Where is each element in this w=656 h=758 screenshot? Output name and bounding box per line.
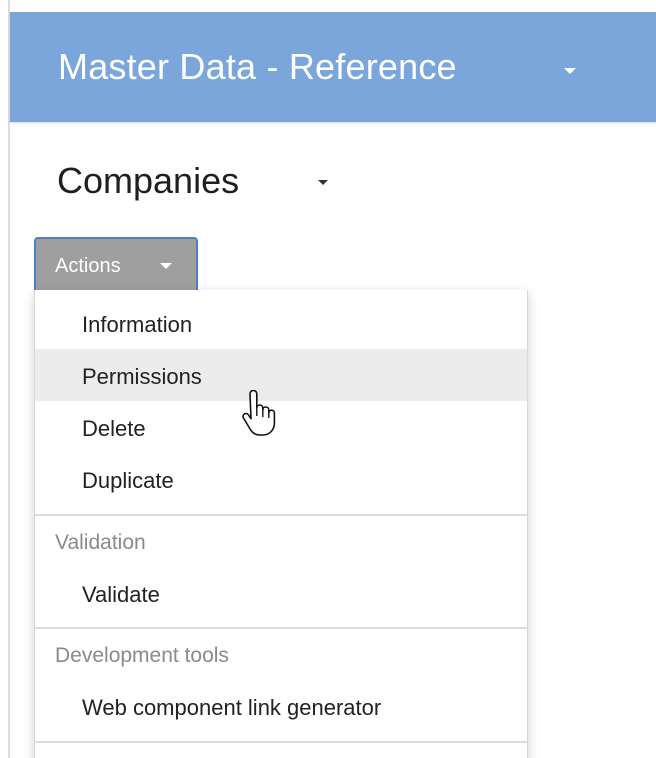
module-title: Master Data - Reference (58, 46, 457, 87)
menu-group-header-development-tools: Development tools (55, 644, 229, 667)
menu-item-information[interactable]: Information (35, 297, 527, 349)
menu-item-label: Permissions (82, 364, 202, 389)
menu-item-delete[interactable]: Delete (35, 401, 527, 453)
menu-item-label: Delete (82, 416, 146, 441)
menu-item-web-component-link-generator[interactable]: Web component link generator (35, 680, 527, 732)
menu-group-header-validation: Validation (55, 531, 146, 554)
module-header-banner: Master Data - Reference (10, 12, 656, 122)
caret-down-icon[interactable] (564, 68, 576, 74)
menu-item-permissions[interactable]: Permissions (35, 349, 527, 401)
menu-divider (35, 741, 527, 743)
menu-divider (35, 627, 527, 629)
menu-item-label: Validate (82, 582, 160, 607)
actions-dropdown-menu: Information Permissions Delete Duplicate… (34, 290, 528, 758)
menu-item-label: Duplicate (82, 468, 174, 493)
actions-button-label: Actions (55, 255, 121, 277)
menu-item-validate[interactable]: Validate (35, 567, 527, 619)
entity-title: Companies (57, 160, 240, 201)
menu-item-label: Web component link generator (82, 695, 382, 720)
app-window: Master Data - Reference Companies Action… (0, 0, 656, 758)
menu-item-label: Information (82, 312, 193, 337)
menu-item-duplicate[interactable]: Duplicate (35, 453, 527, 505)
menu-divider (35, 514, 527, 516)
actions-button[interactable]: Actions (34, 237, 198, 290)
caret-down-icon (160, 263, 172, 269)
caret-down-icon[interactable] (318, 180, 328, 185)
